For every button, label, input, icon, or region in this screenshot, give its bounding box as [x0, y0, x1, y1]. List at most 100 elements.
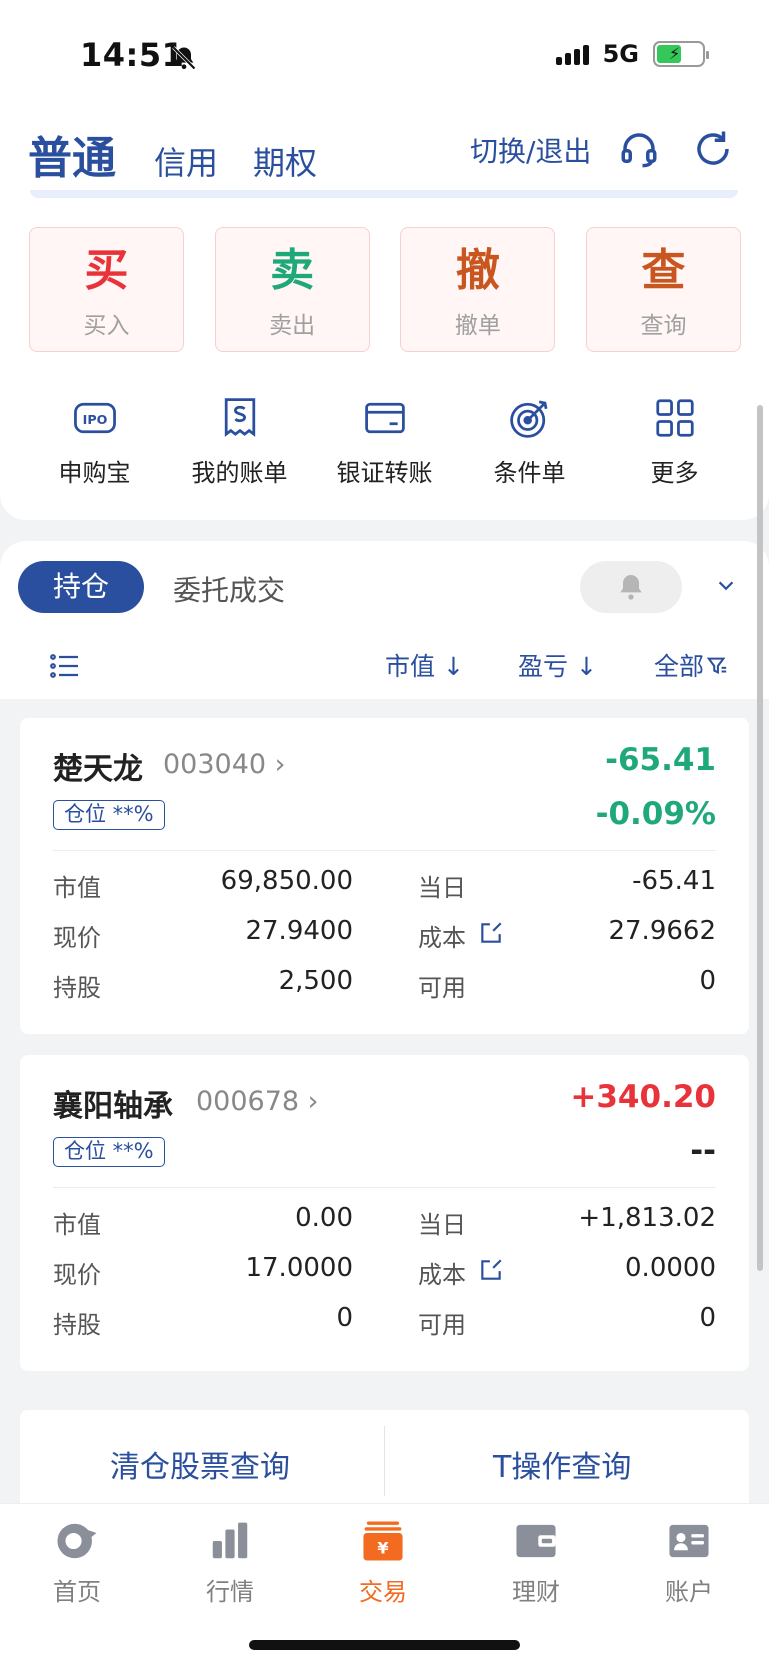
- value-available: 0: [699, 966, 716, 996]
- value-cost: 0.0000: [625, 1253, 716, 1283]
- switch-logout-link[interactable]: 切换/退出: [470, 130, 591, 170]
- filter-icon: [706, 657, 727, 675]
- value-shares: 0: [336, 1303, 353, 1333]
- label-available: 可用: [418, 974, 466, 1002]
- tool-row: IPO 申购宝 我的账单 银证转账 条件单 更多: [22, 395, 747, 488]
- holding-pnl-pct: --: [690, 1133, 716, 1169]
- sort-pnl[interactable]: 盈亏 ↓: [518, 647, 597, 683]
- value-available: 0: [699, 1303, 716, 1333]
- holding-pnl: -65.41: [605, 742, 716, 778]
- sort-market-value[interactable]: 市值 ↓: [385, 647, 464, 683]
- cancel-order-button[interactable]: 撤 撤单: [400, 227, 556, 352]
- ipo-icon: IPO: [73, 402, 116, 434]
- value-market-value: 0.00: [295, 1203, 353, 1233]
- svg-text:¥: ¥: [377, 1539, 389, 1558]
- network-label: 5G: [602, 40, 639, 68]
- card-divider: [53, 1187, 716, 1188]
- tab-holdings[interactable]: 持仓: [18, 561, 144, 613]
- card-divider: [53, 850, 716, 851]
- label-cost: 成本: [418, 1261, 466, 1289]
- tab-orders-trades[interactable]: 委托成交: [173, 569, 285, 609]
- bell-icon: [620, 575, 642, 600]
- bottom-links: 清仓股票查询 T操作查询: [20, 1410, 749, 1510]
- value-today: -65.41: [632, 866, 716, 896]
- chevron-down-icon[interactable]: [715, 575, 737, 597]
- value-price: 27.9400: [245, 916, 353, 946]
- holding-card[interactable]: 襄阳轴承 000678 › +340.20 -- 仓位 **% 市值 0.00 …: [20, 1055, 749, 1371]
- value-today: +1,813.02: [578, 1203, 716, 1233]
- value-cost: 27.9662: [608, 916, 716, 946]
- tool-ipo[interactable]: IPO 申购宝: [22, 395, 167, 488]
- label-price: 现价: [53, 1261, 101, 1289]
- label-available: 可用: [418, 1311, 466, 1339]
- value-price: 17.0000: [245, 1253, 353, 1283]
- tab-credit[interactable]: 信用: [154, 138, 218, 184]
- position-tag: 仓位 **%: [53, 800, 165, 830]
- tab-wealth[interactable]: 理财: [486, 1518, 586, 1607]
- signal-icon: [555, 43, 589, 65]
- position-tag: 仓位 **%: [53, 1137, 165, 1167]
- tab-normal[interactable]: 普通: [28, 122, 116, 186]
- status-right: 5G ⚡: [555, 40, 709, 68]
- label-market-value: 市值: [53, 1211, 101, 1239]
- svg-text:IPO: IPO: [82, 412, 107, 427]
- label-shares: 持股: [53, 1311, 101, 1339]
- label-shares: 持股: [53, 974, 101, 1002]
- list-icon[interactable]: [50, 653, 80, 679]
- tool-bill[interactable]: 我的账单: [167, 395, 312, 488]
- tool-conditional[interactable]: 条件单: [457, 395, 602, 488]
- value-shares: 2,500: [278, 966, 353, 996]
- account-icon: [669, 1524, 709, 1558]
- holding-pnl-pct: -0.09%: [595, 796, 716, 832]
- label-price: 现价: [53, 924, 101, 952]
- query-button[interactable]: 查 查询: [585, 227, 741, 352]
- filter-all[interactable]: 全部: [654, 647, 728, 683]
- status-time: 14:51: [80, 36, 185, 74]
- stock-code[interactable]: 003040 ›: [163, 749, 285, 780]
- holding-card[interactable]: 楚天龙 003040 › -65.41 -0.09% 仓位 **% 市值 69,…: [20, 718, 749, 1034]
- tab-market[interactable]: 行情: [180, 1518, 280, 1607]
- top-area: 14:51 5G ⚡ 普通 信用 期权 切换/退出 买 买入 卖 卖出 撤 撤单…: [0, 0, 769, 520]
- stock-name: 襄阳轴承: [53, 1089, 173, 1124]
- buy-button[interactable]: 买 买入: [29, 227, 184, 352]
- scrollbar[interactable]: [757, 405, 763, 1271]
- holding-pnl: +340.20: [570, 1079, 716, 1115]
- stock-name: 楚天龙: [53, 752, 143, 787]
- positions-panel: 持仓 委托成交 市值 ↓ 盈亏 ↓ 全部: [0, 541, 769, 699]
- label-today: 当日: [418, 874, 466, 902]
- bill-icon: [224, 398, 255, 437]
- tab-options[interactable]: 期权: [253, 138, 317, 184]
- tab-trade[interactable]: ¥ 交易: [333, 1518, 433, 1607]
- label-cost: 成本: [418, 924, 466, 952]
- home-indicator: [249, 1640, 520, 1650]
- bell-muted-icon: [172, 46, 196, 70]
- sell-button[interactable]: 卖 卖出: [214, 227, 370, 352]
- wallet-icon: [516, 1524, 556, 1558]
- label-today: 当日: [418, 1211, 466, 1239]
- header: 普通 信用 期权 切换/退出: [0, 110, 769, 190]
- label-market-value: 市值: [53, 874, 101, 902]
- link-separator: [384, 1426, 385, 1496]
- card-icon: [364, 402, 405, 434]
- tab-home[interactable]: 首页: [27, 1518, 127, 1607]
- home-icon: [57, 1523, 97, 1559]
- alert-toggle[interactable]: [580, 561, 682, 613]
- banner-strip: [30, 190, 738, 198]
- cleared-stocks-link[interactable]: 清仓股票查询: [110, 1442, 290, 1486]
- t-operation-link[interactable]: T操作查询: [493, 1442, 631, 1486]
- tab-account[interactable]: 账户: [639, 1518, 739, 1607]
- edit-icon[interactable]: [478, 920, 504, 946]
- trade-icon: ¥: [363, 1521, 403, 1561]
- edit-icon[interactable]: [478, 1257, 504, 1283]
- tool-more[interactable]: 更多: [602, 395, 747, 488]
- status-bar: 14:51 5G ⚡: [0, 0, 769, 110]
- headset-icon[interactable]: [618, 128, 660, 170]
- action-row: 买 买入 卖 卖出 撤 撤单 查 查询: [29, 227, 741, 352]
- tool-transfer[interactable]: 银证转账: [312, 395, 457, 488]
- value-market-value: 69,850.00: [220, 866, 353, 896]
- stock-code[interactable]: 000678 ›: [196, 1086, 318, 1117]
- chart-icon: [212, 1522, 248, 1559]
- refresh-icon[interactable]: [692, 128, 734, 170]
- battery-icon: ⚡: [653, 41, 709, 67]
- target-icon: [509, 400, 547, 438]
